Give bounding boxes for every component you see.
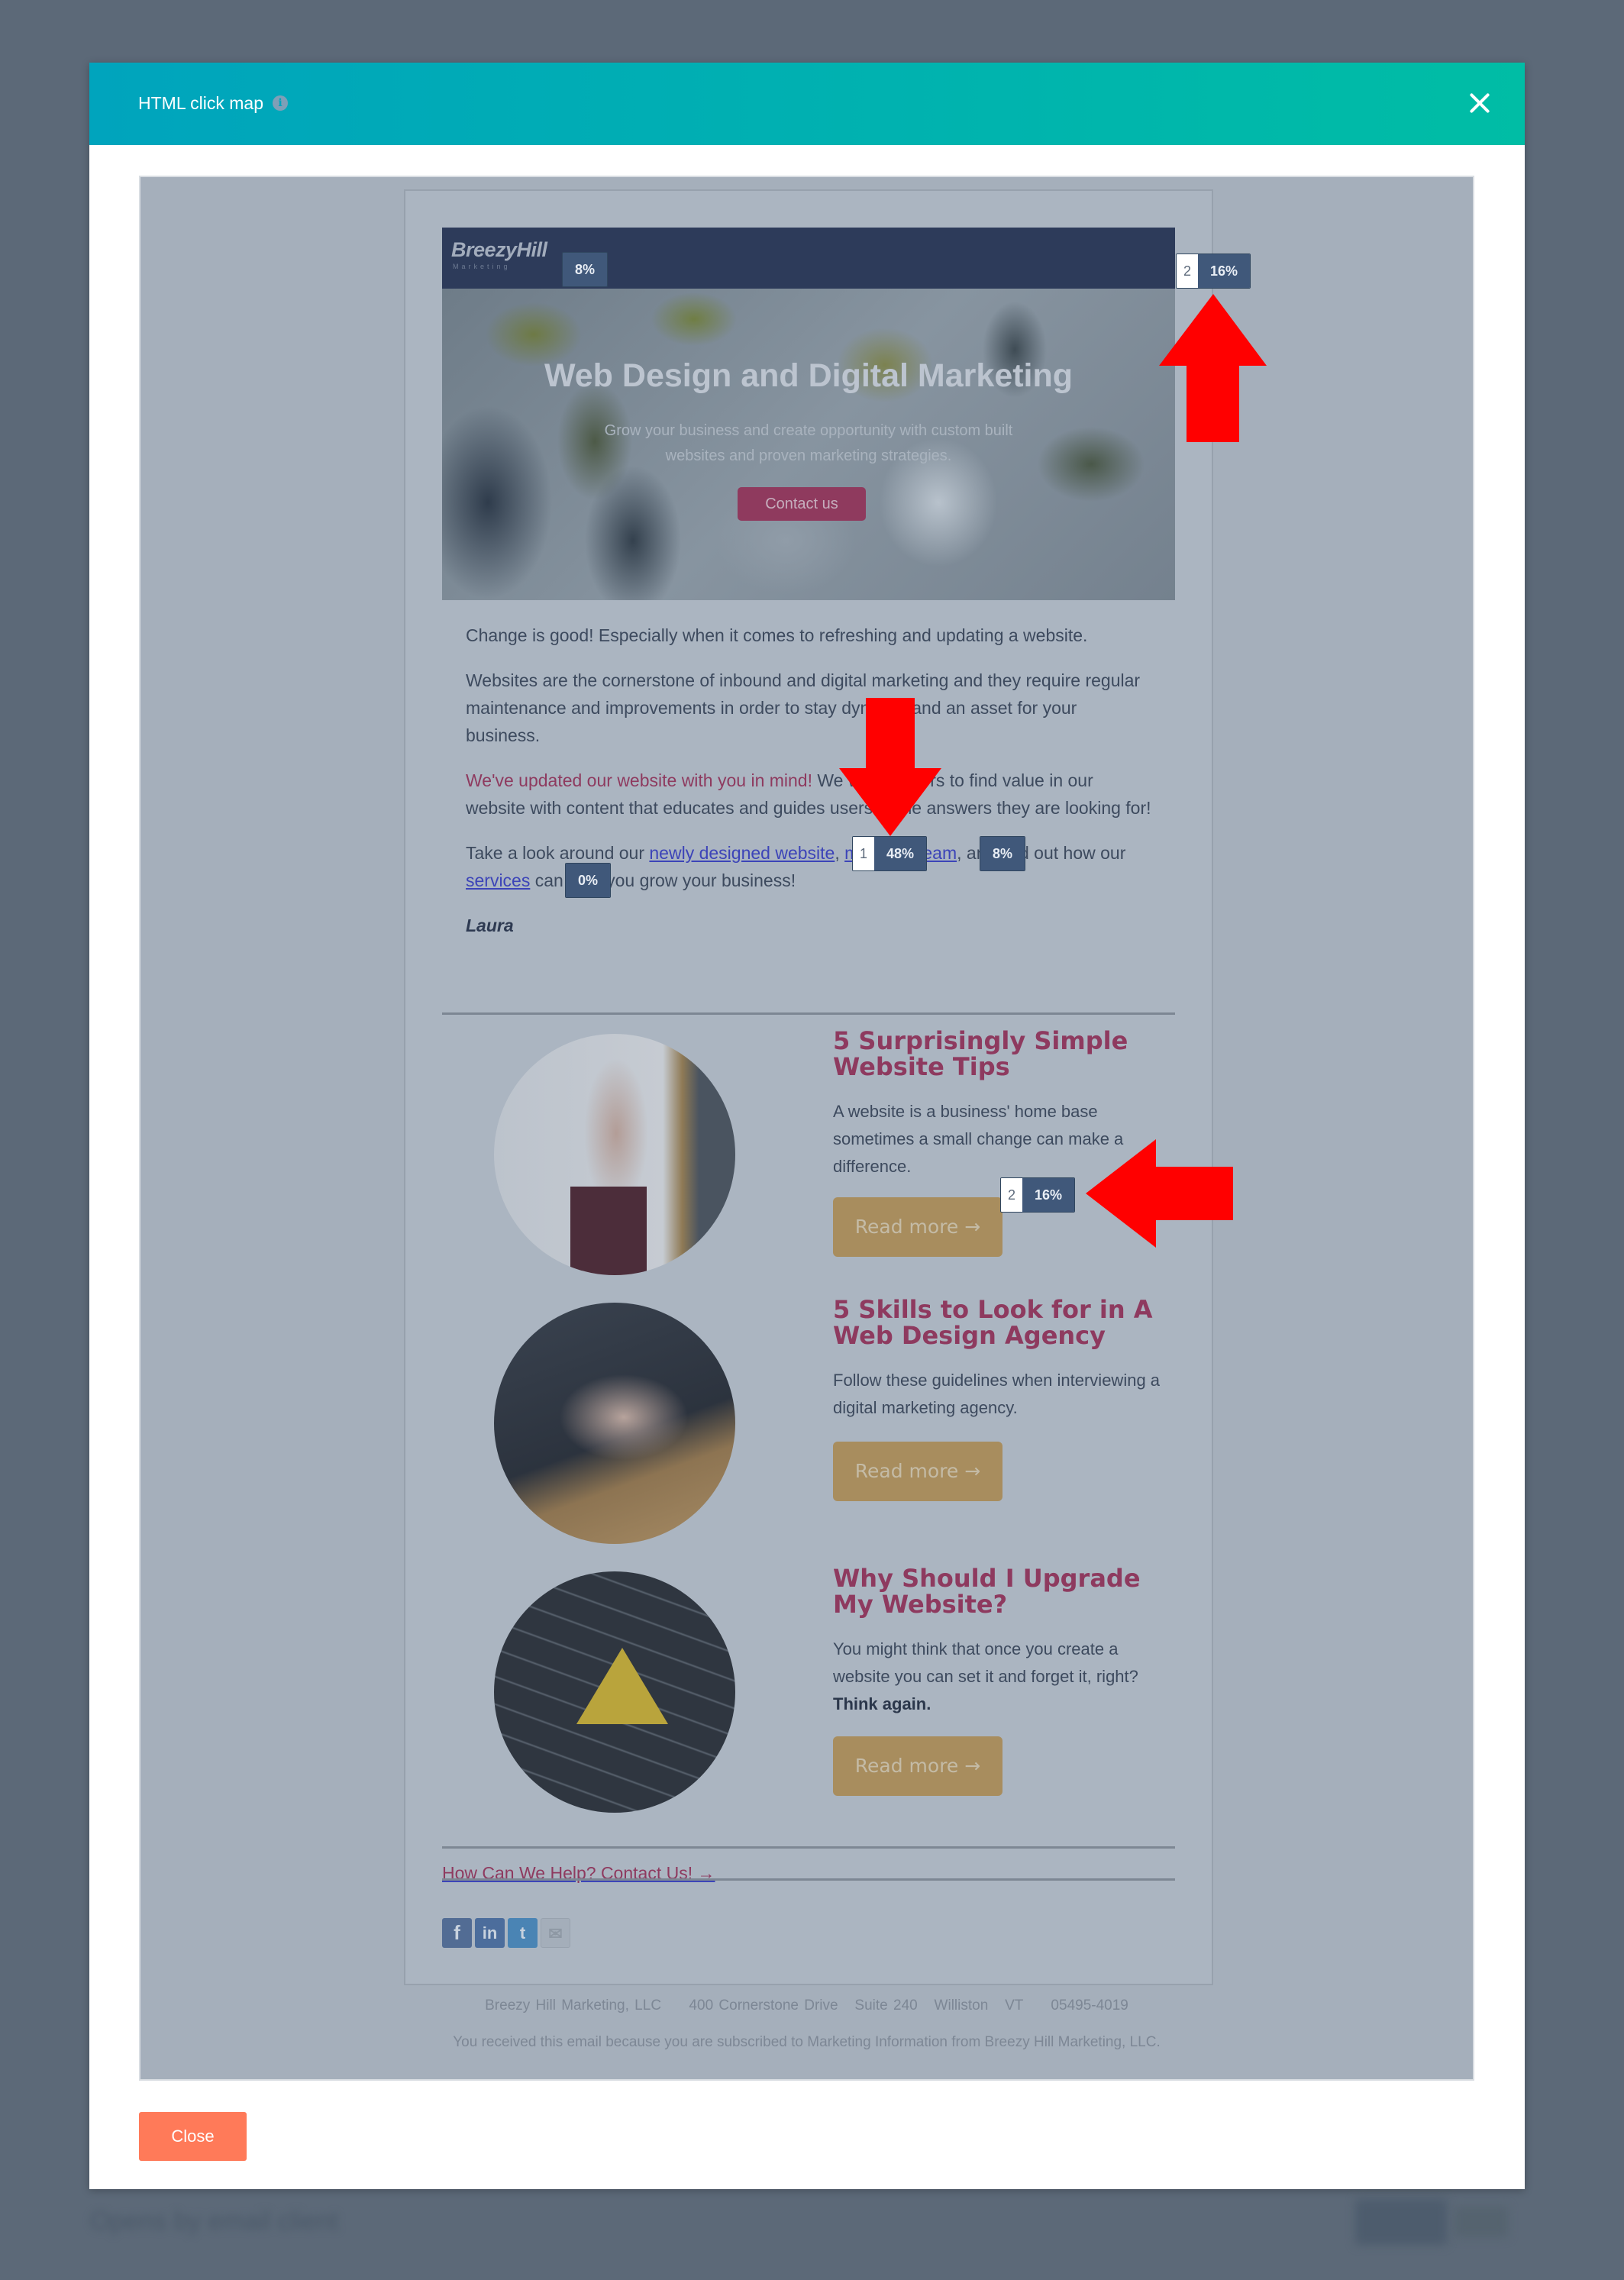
- footer-address: Breezy Hill Marketing, LLC 400 Cornersto…: [485, 1997, 1128, 2014]
- arrow-down-icon: [839, 698, 941, 836]
- post-card: 5 Surprisingly Simple Website Tips A web…: [442, 1028, 1175, 1275]
- brand-tagline: Marketing: [453, 263, 511, 270]
- read-more-button[interactable]: Read more →: [833, 1736, 1002, 1796]
- info-icon[interactable]: i: [273, 95, 288, 111]
- click-percent: 8%: [563, 253, 608, 286]
- hands-typing-laptop-image[interactable]: [494, 1303, 735, 1544]
- background-button-secondary: [1454, 2207, 1508, 2237]
- read-more-button[interactable]: Read more →: [833, 1197, 1002, 1257]
- click-rank: 2: [1177, 254, 1198, 288]
- hero-image[interactable]: Web Design and Digital Marketing Grow yo…: [442, 289, 1175, 600]
- paragraph-updated: We've updated our website with you in mi…: [466, 767, 1153, 822]
- email-preview: BreezyHill Marketing Web Design and Digi…: [139, 176, 1474, 2081]
- close-icon[interactable]: [1462, 86, 1497, 121]
- facebook-icon[interactable]: f: [442, 1918, 472, 1948]
- post-title[interactable]: 5 Surprisingly Simple Website Tips: [833, 1028, 1169, 1080]
- text-segment: ,: [835, 843, 845, 863]
- post-title[interactable]: 5 Skills to Look for in A Web Design Age…: [833, 1297, 1169, 1348]
- post-description: Follow these guidelines when interviewin…: [833, 1371, 1161, 1417]
- post-card: 5 Skills to Look for in A Web Design Age…: [442, 1297, 1175, 1544]
- hand-drawing-sketch-image[interactable]: [494, 1034, 735, 1275]
- social-icons: f in t ✉: [442, 1918, 570, 1948]
- brand-logo[interactable]: BreezyHill: [451, 238, 547, 262]
- click-badge-read-more[interactable]: 2 16%: [1000, 1177, 1076, 1213]
- hero-subtitle: Grow your business and create opportunit…: [604, 422, 1013, 464]
- close-button[interactable]: Close: [139, 2112, 247, 2161]
- email-icon[interactable]: ✉: [541, 1918, 570, 1948]
- background-page-heading: Opens by email client: [90, 2207, 339, 2236]
- contact-us-button[interactable]: Contact us: [738, 487, 866, 521]
- post-description-bold: Think again.: [833, 1694, 931, 1713]
- accent-text: We've updated our website with you in mi…: [466, 770, 812, 790]
- linkedin-icon[interactable]: in: [475, 1918, 505, 1948]
- click-map-modal: HTML click map i BreezyHill Marketing We…: [89, 63, 1525, 2189]
- arrow-up-icon: [1159, 294, 1267, 442]
- keyboard-under-construction-image[interactable]: [494, 1571, 735, 1813]
- email-body: BreezyHill Marketing Web Design and Digi…: [404, 189, 1213, 1985]
- footer-notice: You received this email because you are …: [453, 2034, 1161, 2050]
- twitter-icon[interactable]: t: [508, 1918, 538, 1948]
- click-badge-newly-designed-website[interactable]: 1 48%: [852, 836, 928, 871]
- hero-title: Web Design and Digital Marketing: [544, 357, 1074, 394]
- click-rank: 1: [853, 837, 874, 870]
- click-percent: 48%: [874, 837, 927, 870]
- click-percent: 8%: [980, 837, 1025, 870]
- read-more-button[interactable]: Read more →: [833, 1442, 1002, 1501]
- cta-divider-bottom: [442, 1878, 1175, 1881]
- paragraph-cornerstone: Websites are the cornerstone of inbound …: [466, 670, 1141, 745]
- modal-footer: Close: [139, 2112, 247, 2161]
- click-percent: 0%: [566, 864, 611, 897]
- text-segment: Take a look around our: [466, 843, 650, 863]
- background-button: [1355, 2199, 1447, 2245]
- post-card: Why Should I Upgrade My Website? You mig…: [442, 1565, 1177, 1813]
- modal-header: HTML click map i: [89, 63, 1525, 145]
- post-title[interactable]: Why Should I Upgrade My Website?: [833, 1565, 1169, 1617]
- services-link[interactable]: services: [466, 870, 530, 890]
- click-badge-logo[interactable]: 8%: [562, 252, 609, 287]
- email-body-text: Change is good! Especially when it comes…: [466, 622, 1153, 957]
- paragraph-intro: Change is good! Especially when it comes…: [466, 625, 1088, 645]
- section-divider: [442, 1012, 1175, 1015]
- newly-designed-website-link[interactable]: newly designed website: [649, 843, 835, 863]
- email-header-bar: BreezyHill Marketing: [442, 228, 1175, 289]
- arrow-left-icon: [1086, 1139, 1233, 1248]
- click-badge-around[interactable]: 0%: [565, 863, 612, 898]
- click-badge-meet-the-team[interactable]: 8%: [980, 836, 1026, 871]
- click-badge-hero[interactable]: 2 16%: [1176, 254, 1251, 289]
- click-percent: 16%: [1022, 1178, 1075, 1212]
- click-percent: 16%: [1198, 254, 1251, 288]
- cta-divider-top: [442, 1846, 1175, 1849]
- post-description: You might think that once you create a w…: [833, 1636, 1177, 1718]
- modal-title: HTML click map: [138, 93, 263, 113]
- signature: Laura: [466, 916, 514, 935]
- click-rank: 2: [1001, 1178, 1022, 1212]
- post-description-text: You might think that once you create a w…: [833, 1639, 1138, 1686]
